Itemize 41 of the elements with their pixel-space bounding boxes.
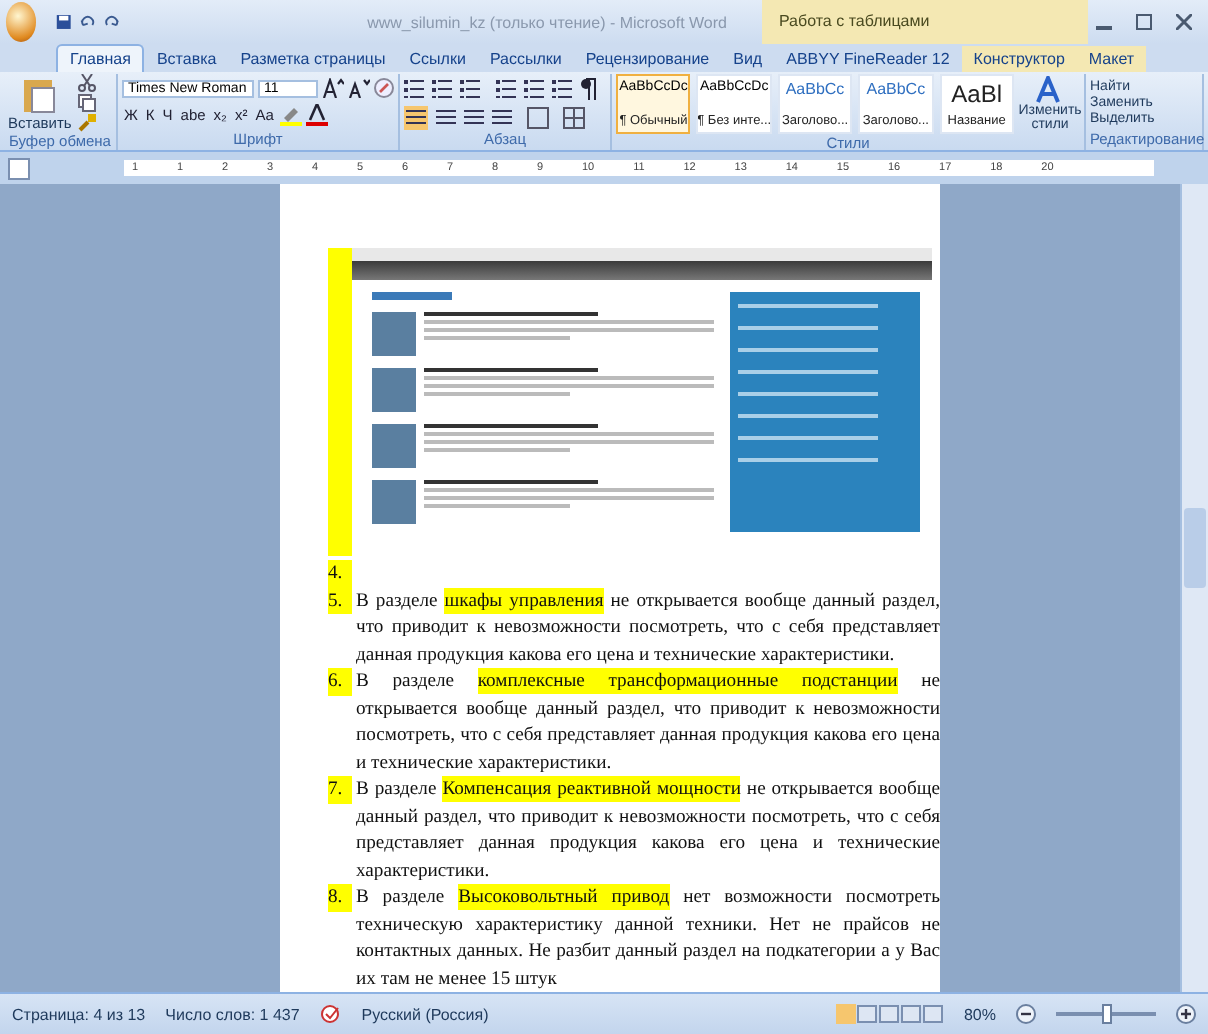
language-status[interactable]: Русский (Россия) [361, 1005, 489, 1023]
ribbon-tab[interactable]: Рассылки [477, 46, 574, 72]
word-count-status[interactable]: Число слов: 1 437 [165, 1005, 300, 1023]
vertical-scrollbar[interactable] [1180, 184, 1208, 992]
redo-icon[interactable] [103, 14, 120, 30]
ribbon-tab[interactable]: ABBYY FineReader 12 [774, 46, 962, 72]
ribbon-tab[interactable]: Вставка [144, 46, 229, 72]
list-item-text: 5. В разделе шкафы управления не открывается вообще данный раздел, что приводит к невозможности посмотреть, что с себя представляет данная продукция какова его цена и технические характеристики. [328, 587, 940, 668]
context-tab-title: Работа с таблицами [762, 0, 1089, 44]
zoom-slider-thumb[interactable] [1102, 1004, 1112, 1024]
letter-a-icon [1036, 76, 1065, 104]
proofing-icon[interactable] [319, 1004, 342, 1024]
ribbon-tab[interactable]: Рецензирование [573, 46, 722, 72]
list-item-text: 8. В разделе Высоковольтный привод нет возможности посмотреть техническую характеристику данной техники. Нет не прайсов не контактных данных. Не разбит данный раздел на подкатегории а у Вас их там не менее 15 штук [328, 884, 940, 992]
save-icon[interactable] [56, 12, 73, 32]
ribbon-tab[interactable]: Главная [56, 44, 145, 72]
close-icon[interactable] [1176, 14, 1193, 30]
copy-icon[interactable] [77, 94, 96, 112]
ribbon-tab[interactable]: Ссылки [397, 46, 478, 72]
ribbon-tab[interactable]: Макет [1076, 46, 1147, 72]
grow-font-icon[interactable] [321, 78, 344, 98]
zoom-in-icon[interactable] [1176, 1004, 1196, 1024]
ribbon-tab[interactable]: Конструктор [961, 46, 1077, 72]
zoom-out-icon[interactable] [1016, 1004, 1036, 1024]
ribbon-tab[interactable]: Разметка страницы [228, 46, 398, 72]
maximize-icon[interactable] [1136, 14, 1153, 30]
list-item-text: 6. В разделе комплексные трансформационные подстанции не открывается вообще данный раздел, что приводит к невозможности посмотреть, что с себя представляет данная продукция какова его цена и технические характеристики. [328, 668, 940, 776]
undo-icon[interactable] [80, 14, 96, 30]
scissors-icon[interactable] [77, 74, 96, 92]
zoom-level: 80% [963, 1005, 996, 1023]
brush-icon[interactable] [77, 114, 96, 132]
window-title: www_silumin_kz (только чтение) - Microsoft Word [367, 13, 727, 31]
clipboard-icon [21, 74, 58, 114]
clear-format-icon[interactable] [373, 78, 394, 98]
tab-selector[interactable] [8, 157, 30, 179]
page-count-status[interactable]: Страница: 4 из 13 [12, 1005, 146, 1023]
view-buttons-drawing[interactable] [835, 1004, 944, 1024]
list-item-text: 4. [328, 560, 940, 587]
shrink-font-icon[interactable] [347, 78, 370, 98]
font-color-icon[interactable] [305, 104, 328, 126]
ribbon-tab[interactable]: Вид [721, 46, 775, 72]
